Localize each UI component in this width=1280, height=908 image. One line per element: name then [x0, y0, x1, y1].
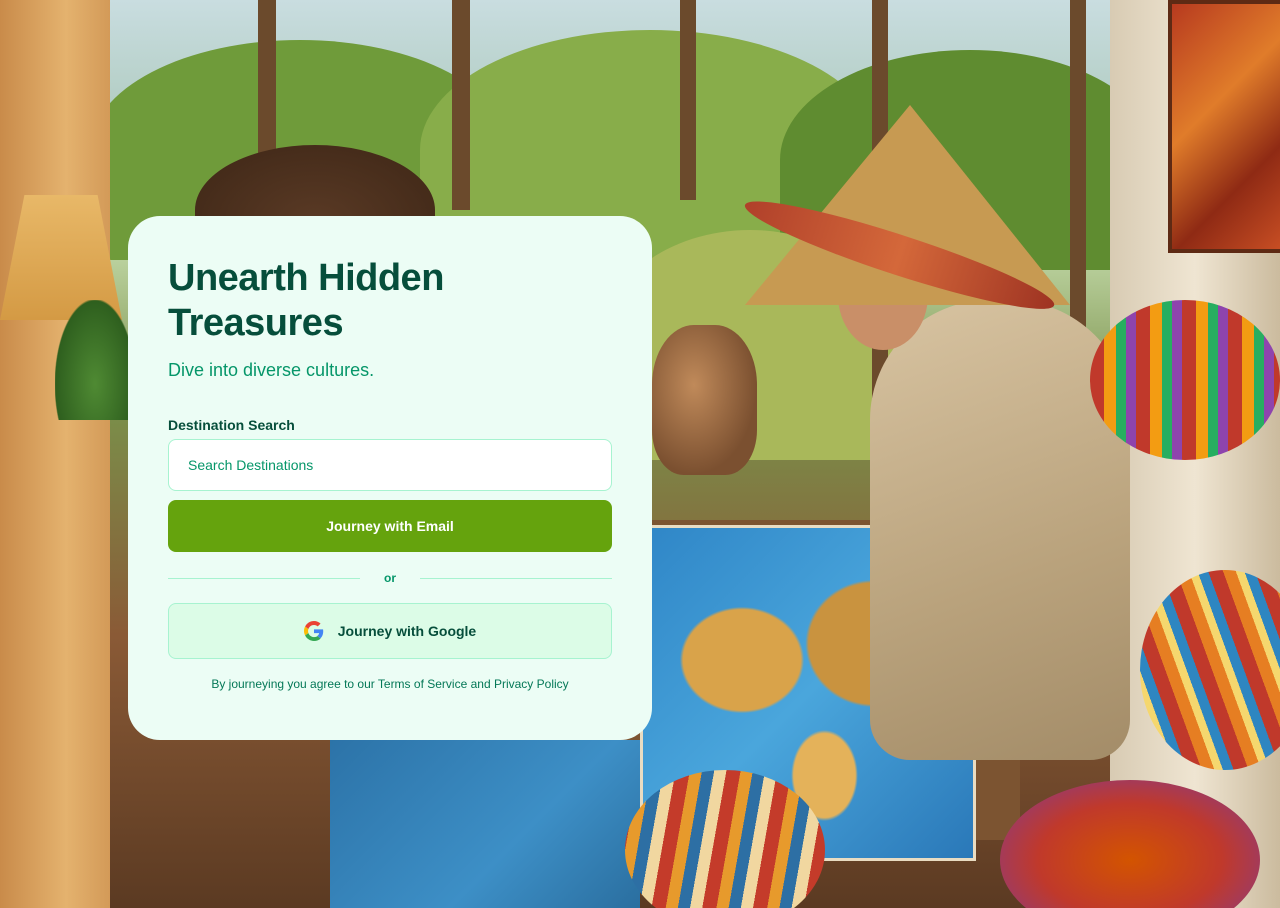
signup-card: Unearth Hidden Treasures Dive into diver…	[128, 216, 652, 740]
divider-line	[168, 577, 360, 579]
window-frame	[452, 0, 470, 210]
divider-text: or	[384, 571, 396, 585]
terms-of-service-link[interactable]: Terms of Service	[378, 677, 467, 691]
wall-tapestry	[1168, 0, 1280, 253]
journey-email-button[interactable]: Journey with Email	[168, 500, 612, 552]
privacy-policy-link[interactable]: Privacy Policy	[494, 677, 569, 691]
or-divider: or	[168, 570, 612, 586]
legal-notice: By journeying you agree to our Terms of …	[168, 677, 612, 691]
decorative-pot	[652, 325, 757, 475]
window-frame	[680, 0, 696, 200]
destination-search-label: Destination Search	[168, 417, 295, 433]
title-line-1: Unearth Hidden	[168, 257, 444, 299]
google-button-label: Journey with Google	[337, 623, 477, 639]
google-g-icon	[303, 621, 323, 641]
page-title: Unearth Hidden Treasures	[168, 256, 612, 346]
title-line-2: Treasures	[168, 302, 344, 344]
left-wall	[0, 0, 110, 908]
destination-search-input[interactable]	[168, 439, 612, 491]
striped-bag	[1090, 300, 1280, 460]
potted-plant	[55, 300, 135, 420]
divider-line	[420, 577, 612, 579]
journey-google-button[interactable]: Journey with Google	[168, 603, 612, 659]
world-map-lower	[330, 740, 640, 908]
legal-conjunction: and	[470, 677, 491, 691]
page-subtitle: Dive into diverse cultures.	[168, 360, 375, 380]
legal-prefix: By journeying you agree to our	[211, 677, 375, 691]
